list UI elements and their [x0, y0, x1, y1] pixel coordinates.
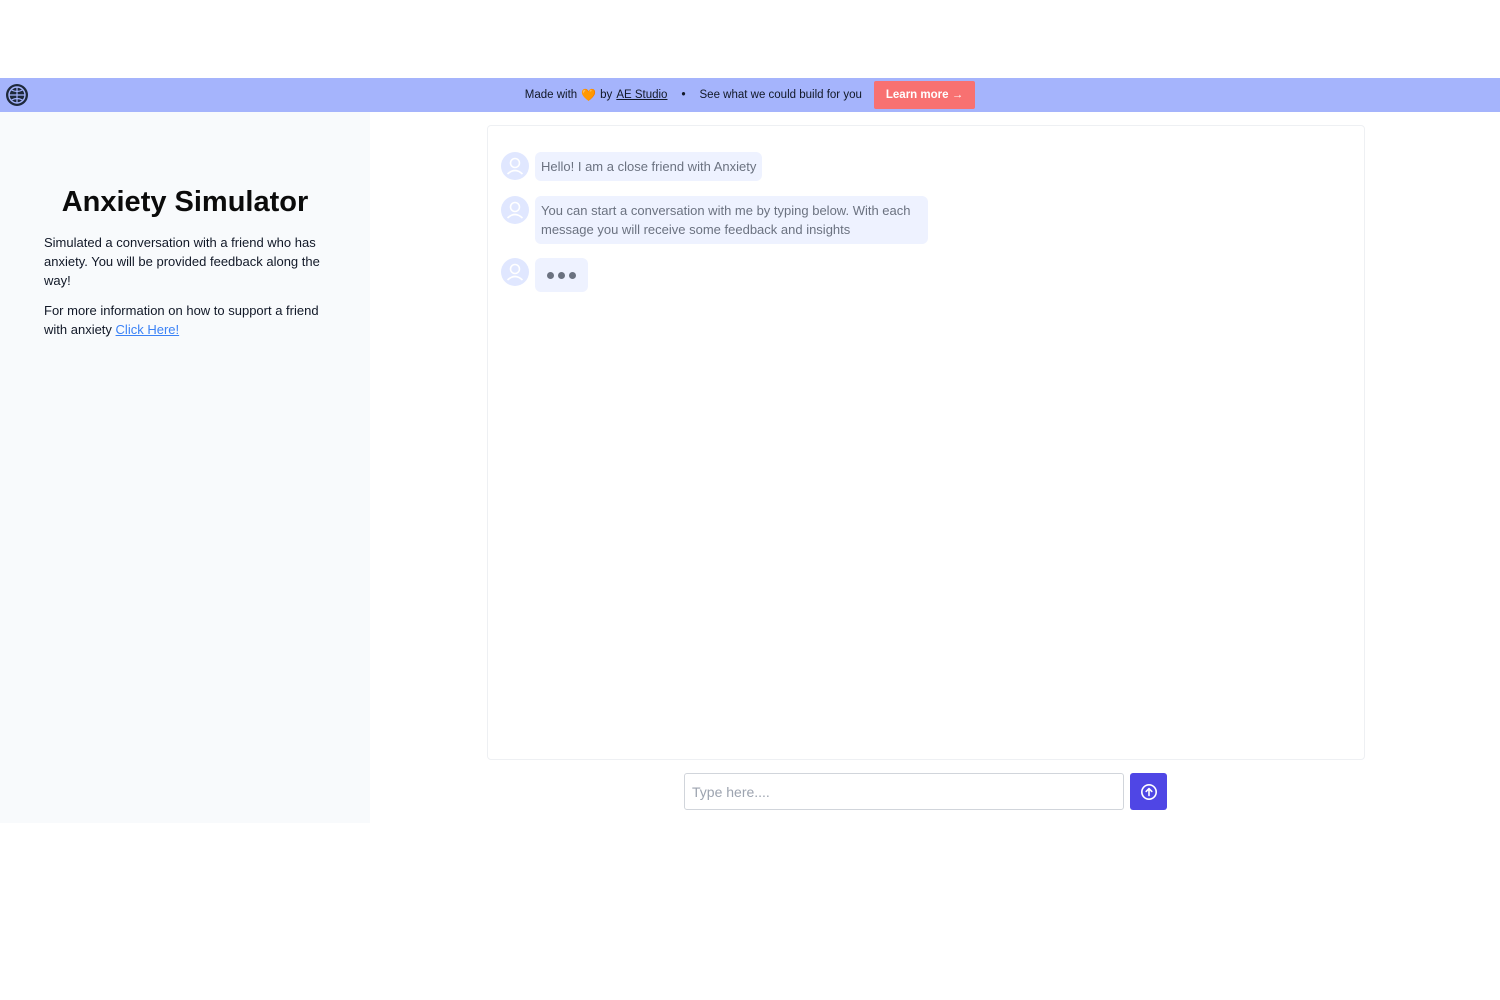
chat-panel[interactable]: Hello! I am a close friend with Anxiety …: [487, 125, 1365, 760]
sidebar-more-info: For more information on how to support a…: [44, 301, 334, 339]
typing-message: [501, 258, 588, 292]
click-here-link[interactable]: Click Here!: [116, 322, 180, 337]
typing-dot: [558, 271, 565, 279]
chat-message: Hello! I am a close friend with Anxiety: [501, 152, 763, 181]
typing-dot: [569, 271, 576, 279]
sidebar: Anxiety Simulator Simulated a conversati…: [0, 112, 370, 823]
banner-made-with: Made with: [524, 89, 578, 101]
arrow-up-circle-icon: [1140, 783, 1157, 800]
learn-more-button[interactable]: Learn more →: [873, 81, 976, 109]
message-input[interactable]: [684, 773, 1124, 810]
message-input-row: [684, 773, 1168, 810]
typing-indicator: [535, 258, 588, 292]
heart-icon: 🧡: [581, 88, 597, 102]
chat-message: You can start a conversation with me by …: [501, 196, 928, 244]
user-avatar-icon: [501, 196, 529, 224]
banner-by: by: [600, 89, 613, 101]
sidebar-description: Simulated a conversation with a friend w…: [44, 235, 320, 288]
banner-separator: •: [681, 89, 686, 101]
more-info-text: For more information on how to support a…: [44, 303, 319, 337]
typing-dot: [547, 271, 554, 279]
promo-banner: Made with 🧡 by AE Studio • See what we c…: [0, 78, 1500, 112]
message-bubble: You can start a conversation with me by …: [535, 196, 928, 244]
user-avatar-icon: [501, 258, 529, 286]
message-bubble: Hello! I am a close friend with Anxiety: [535, 152, 763, 181]
send-button[interactable]: [1130, 773, 1167, 810]
banner-tagline: See what we could build for you: [699, 89, 862, 101]
user-avatar-icon: [501, 152, 529, 180]
ae-studio-logo-icon[interactable]: [5, 83, 29, 107]
page: Made with 🧡 by AE Studio • See what we c…: [0, 0, 1500, 1000]
page-title: Anxiety Simulator: [61, 186, 309, 218]
ae-studio-link[interactable]: AE Studio: [616, 89, 667, 101]
